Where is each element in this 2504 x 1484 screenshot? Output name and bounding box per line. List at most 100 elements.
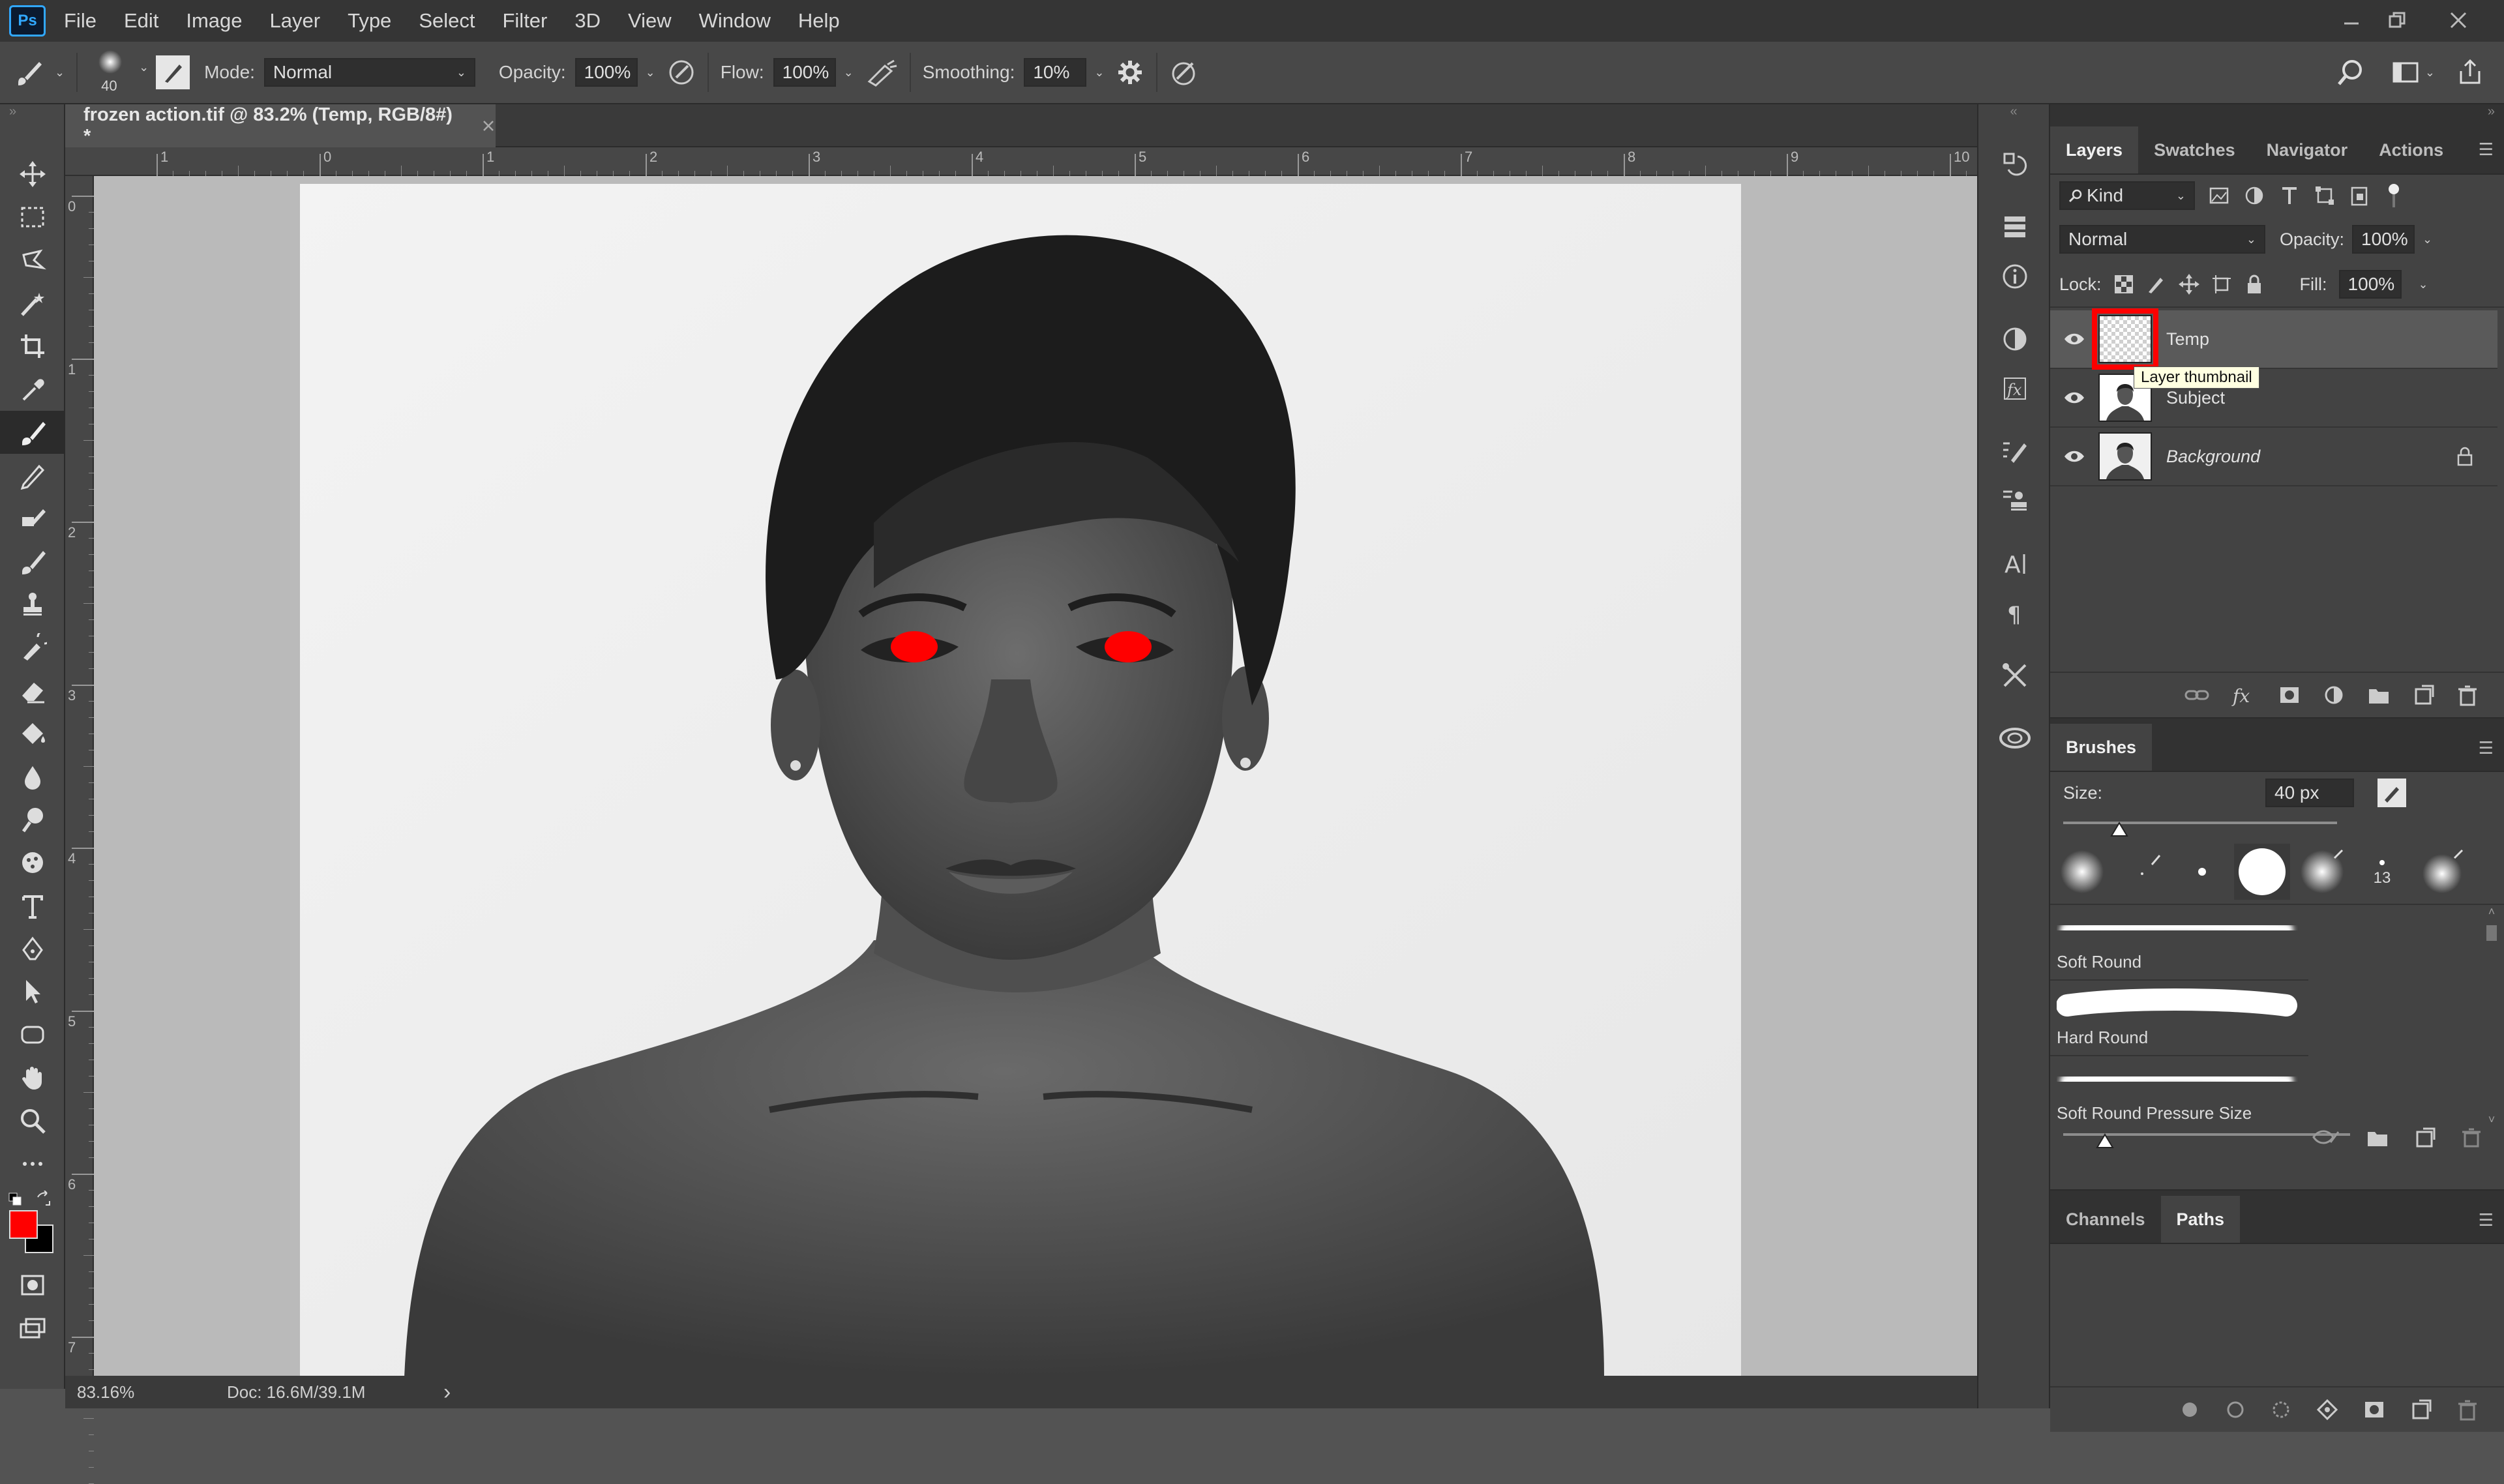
share-icon[interactable] [2454,57,2486,88]
zoom-level[interactable]: 83.16% [77,1382,175,1402]
menu-edit[interactable]: Edit [124,9,158,33]
panel-menu-icon[interactable]: ☰ [2479,140,2494,160]
filter-adjustment-icon[interactable] [2243,185,2265,207]
blend-mode-select[interactable]: Normal ⌄ [2059,225,2265,254]
opacity-input[interactable]: 100% [574,58,638,87]
shape-tool[interactable] [0,1013,65,1056]
trash-icon[interactable] [2457,1399,2478,1421]
status-menu-arrow[interactable]: › [443,1380,451,1405]
brush-settings-panel-button[interactable] [1978,426,2051,476]
pressure-opacity-icon[interactable] [667,58,696,87]
mode-select[interactable]: Normal ⌄ [263,58,475,87]
layer-name-background[interactable]: Background [2166,447,2260,467]
marquee-tool[interactable] [0,196,65,239]
history-panel-button[interactable] [1978,140,2051,189]
tab-swatches[interactable]: Swatches [2138,126,2251,173]
brush-preset-item[interactable]: Soft Round Pressure Size [2050,1056,2308,1127]
collapse-panels-icon[interactable]: » [2050,104,2504,120]
brush-tip-3[interactable] [2174,844,2230,900]
panel-menu-icon[interactable]: ☰ [2479,1210,2494,1230]
brush-size-input[interactable]: 40 px [2265,779,2354,807]
collapse-toolbar-icon[interactable]: » [0,104,64,120]
clone-source-panel-button[interactable] [1978,476,2051,526]
menu-window[interactable]: Window [699,9,771,33]
layer-filter-select[interactable]: Kind ⌄ [2059,181,2195,210]
eye-icon[interactable] [2063,332,2085,346]
menu-select[interactable]: Select [419,9,475,33]
magic-wand-tool[interactable] [0,282,65,325]
menu-3d[interactable]: 3D [574,9,601,33]
brush-tip-1[interactable] [2054,844,2110,900]
brush-list-scrollbar[interactable]: ˄ ˅ [2484,905,2499,1127]
new-path-icon[interactable] [2410,1399,2432,1421]
brush-tip-5[interactable] [2294,844,2350,900]
layer-opacity-input[interactable]: 100% [2352,225,2415,254]
brush-tip-7[interactable] [2414,844,2470,900]
default-colors-icon[interactable] [8,1192,23,1208]
scroll-up-icon[interactable]: ˄ [2484,905,2499,919]
character-panel-button[interactable]: A [1978,539,2051,588]
workspace-dropdown[interactable]: ⌄ [2425,66,2435,80]
fill-path-icon[interactable] [2179,1399,2200,1420]
eyedropper-tool[interactable] [0,368,65,411]
swap-colors-icon[interactable] [35,1191,52,1208]
eraser-tool[interactable] [0,669,65,712]
search-icon[interactable] [2335,57,2366,88]
collapse-icons-icon[interactable]: « [1978,104,2049,120]
pen-tool[interactable] [0,927,65,970]
paragraph-panel-button[interactable]: ¶ [1978,588,2051,638]
clone-stamp-tool[interactable] [0,583,65,626]
lock-pixels-icon[interactable] [2146,274,2167,295]
layer-row-temp[interactable]: Temp [2050,308,2497,370]
healing-brush-tool[interactable] [0,540,65,583]
tool-presets-panel-button[interactable] [1978,651,2051,700]
lock-position-icon[interactable] [2178,274,2199,295]
adjustments-panel-button[interactable] [1978,314,2051,364]
filter-toggle-icon[interactable] [2384,183,2404,209]
opacity-dropdown[interactable]: ⌄ [646,66,655,80]
trash-icon[interactable] [2457,684,2478,706]
document-tab[interactable]: frozen action.tif @ 83.2% (Temp, RGB/8#)… [65,104,496,147]
brush-tip-6[interactable]: 13 [2354,844,2410,900]
slider-thumb-icon[interactable] [2096,1133,2114,1149]
close-button[interactable] [2435,4,2482,37]
menu-layer[interactable]: Layer [270,9,321,33]
screen-mode-button[interactable] [0,1307,65,1350]
new-group-folder-icon[interactable] [2366,1127,2389,1148]
foreground-color-swatch[interactable] [9,1210,38,1239]
filter-type-icon[interactable] [2278,185,2301,207]
toggle-brush-visibility-icon[interactable] [2312,1127,2341,1148]
layer-thumbnail-temp[interactable] [2092,308,2158,370]
info-panel-button[interactable] [1978,252,2051,301]
quick-mask-button[interactable] [0,1264,65,1307]
pencil-tool[interactable] [0,454,65,497]
menu-view[interactable]: View [628,9,672,33]
close-tab-icon[interactable] [481,119,496,133]
new-layer-icon[interactable] [2413,684,2435,706]
crop-tool[interactable] [0,325,65,368]
fill-dropdown[interactable]: ⌄ [2419,278,2428,291]
hand-tool[interactable] [0,1056,65,1099]
tab-navigator[interactable]: Navigator [2251,126,2364,173]
menu-help[interactable]: Help [798,9,840,33]
restore-button[interactable] [2374,4,2421,37]
brush-tool[interactable] [0,411,65,454]
scroll-down-icon[interactable]: ˅ [2484,1113,2499,1127]
lock-all-icon[interactable] [2244,274,2265,295]
brush-preset-item[interactable]: Soft Round [2050,905,2308,981]
layer-thumbnail-background[interactable] [2098,432,2152,481]
move-tool[interactable] [0,153,65,196]
filter-pixel-icon[interactable] [2208,185,2230,207]
fill-input[interactable]: 100% [2338,270,2402,299]
tab-brushes[interactable]: Brushes [2050,724,2153,771]
eye-icon[interactable] [2063,391,2085,405]
tool-preset-picker[interactable]: ⌄ [9,54,65,91]
smoothing-input[interactable]: 10% [1024,58,1087,87]
tab-layers[interactable]: Layers [2050,126,2139,173]
new-brush-icon[interactable] [2414,1127,2436,1148]
type-tool[interactable] [0,884,65,927]
new-adjustment-layer-icon[interactable] [2323,684,2345,706]
trash-icon[interactable] [2461,1127,2482,1148]
flow-dropdown[interactable]: ⌄ [844,66,854,80]
create-brush-button[interactable] [2377,779,2406,807]
